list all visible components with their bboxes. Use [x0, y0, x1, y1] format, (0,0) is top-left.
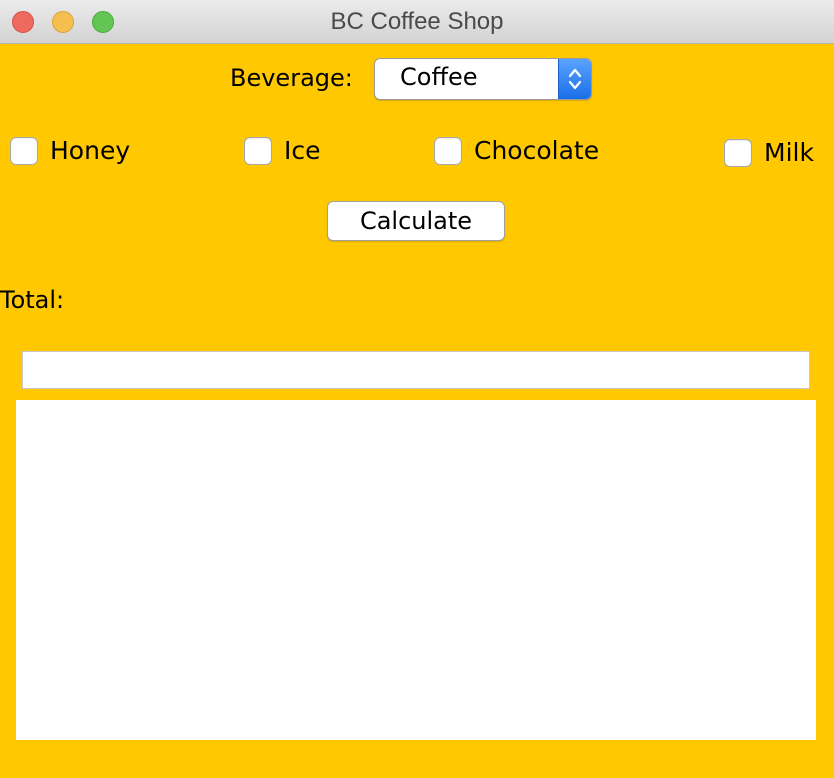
title-bar: BC Coffee Shop	[0, 0, 834, 44]
calculate-button[interactable]: Calculate	[327, 201, 505, 241]
beverage-label: Beverage:	[230, 64, 353, 92]
beverage-select[interactable]: Coffee	[374, 58, 592, 100]
honey-checkbox[interactable]	[10, 137, 38, 165]
total-field[interactable]	[22, 351, 810, 389]
chocolate-checkbox[interactable]	[434, 137, 462, 165]
total-label: Total:	[0, 286, 65, 314]
honey-label[interactable]: Honey	[50, 136, 130, 165]
chocolate-label[interactable]: Chocolate	[474, 136, 599, 165]
app-window: BC Coffee Shop Beverage: Coffee Honey Ic…	[0, 0, 834, 778]
beverage-selected-value: Coffee	[400, 63, 478, 91]
milk-checkbox[interactable]	[724, 139, 752, 167]
window-title: BC Coffee Shop	[330, 8, 504, 35]
milk-label[interactable]: Milk	[764, 138, 814, 167]
output-text-area[interactable]	[16, 400, 816, 740]
ice-checkbox[interactable]	[244, 137, 272, 165]
chevron-up-down-icon[interactable]	[558, 59, 591, 99]
ice-label[interactable]: Ice	[284, 136, 321, 165]
